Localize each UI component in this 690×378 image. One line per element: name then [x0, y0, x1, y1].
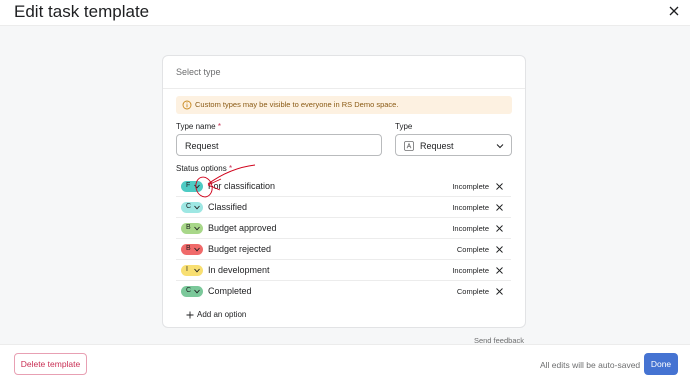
chevron-down-icon: [194, 247, 200, 252]
type-name-label: Type name *: [176, 122, 221, 131]
chevron-down-icon: [496, 144, 504, 149]
type-name-input[interactable]: Request: [176, 134, 382, 156]
chevron-down-icon: [194, 226, 200, 231]
add-option-label: Add an option: [197, 310, 247, 319]
custom-type-notice: Custom types may be visible to everyone …: [176, 96, 512, 114]
status-completion-select[interactable]: Incomplete: [452, 182, 489, 191]
task-type-card: Select type Custom types may be visible …: [162, 55, 526, 328]
status-color-picker[interactable]: I: [181, 265, 203, 276]
remove-icon[interactable]: [495, 266, 504, 275]
remove-icon[interactable]: [495, 245, 504, 254]
chevron-down-icon: [194, 184, 200, 189]
status-name[interactable]: Classified: [208, 202, 247, 212]
status-options-list: F For classification Incomplete C Classi…: [176, 176, 511, 302]
type-select[interactable]: Request: [395, 134, 512, 156]
status-color-picker[interactable]: F: [181, 181, 203, 192]
status-option-row: I In development Incomplete: [176, 260, 511, 281]
required-mark: *: [217, 122, 221, 131]
page-title: Edit task template: [14, 2, 150, 21]
status-color-picker[interactable]: C: [181, 286, 203, 297]
status-completion-select[interactable]: Complete: [457, 287, 489, 296]
status-option-row: C Completed Complete: [176, 281, 511, 302]
status-letter: F: [186, 182, 191, 189]
status-name[interactable]: In development: [208, 265, 270, 275]
chevron-down-icon: [194, 205, 200, 210]
status-color-picker[interactable]: B: [181, 244, 203, 255]
status-letter: B: [186, 245, 191, 252]
status-name[interactable]: Budget approved: [208, 223, 277, 233]
status-letter: C: [186, 287, 192, 294]
autosave-text: All edits will be auto-saved: [540, 360, 641, 370]
type-icon: [404, 141, 414, 151]
status-options-label-text: Status options: [176, 164, 227, 173]
type-name-value: Request: [185, 141, 219, 151]
section-title: Select type: [176, 67, 221, 77]
status-letter: C: [186, 203, 192, 210]
status-name[interactable]: For classification: [208, 181, 275, 191]
close-icon: [669, 6, 679, 16]
plus-icon: [186, 311, 194, 319]
remove-icon[interactable]: [495, 182, 504, 191]
required-mark: *: [228, 164, 233, 173]
status-name[interactable]: Completed: [208, 286, 252, 296]
delete-template-button[interactable]: Delete template: [14, 353, 87, 375]
status-option-row: B Budget rejected Complete: [176, 239, 511, 260]
remove-icon[interactable]: [495, 224, 504, 233]
status-color-picker[interactable]: B: [181, 223, 203, 234]
chevron-down-icon: [194, 268, 200, 273]
status-option-row: B Budget approved Incomplete: [176, 218, 511, 239]
status-name[interactable]: Budget rejected: [208, 244, 271, 254]
close-button[interactable]: [666, 3, 682, 19]
remove-icon[interactable]: [495, 287, 504, 296]
status-option-row: C Classified Incomplete: [176, 197, 511, 218]
status-letter: B: [186, 224, 191, 231]
type-name-label-text: Type name: [176, 122, 216, 131]
status-color-picker[interactable]: C: [181, 202, 203, 213]
done-button[interactable]: Done: [644, 353, 678, 375]
modal-footer: Delete template All edits will be auto-s…: [0, 344, 690, 378]
notice-text: Custom types may be visible to everyone …: [195, 100, 399, 109]
remove-icon[interactable]: [495, 203, 504, 212]
chevron-down-icon: [194, 289, 200, 294]
modal-header: Edit task template: [0, 0, 690, 26]
status-options-label: Status options *: [176, 164, 232, 173]
status-completion-select[interactable]: Incomplete: [452, 203, 489, 212]
status-completion-select[interactable]: Incomplete: [452, 266, 489, 275]
info-icon: [182, 100, 192, 110]
status-completion-select[interactable]: Incomplete: [452, 224, 489, 233]
type-label: Type: [395, 122, 413, 131]
select-type-header: Select type: [163, 56, 525, 89]
type-select-value: Request: [420, 141, 454, 151]
status-letter: I: [186, 266, 188, 273]
status-completion-select[interactable]: Complete: [457, 245, 489, 254]
status-option-row: F For classification Incomplete: [176, 176, 511, 197]
